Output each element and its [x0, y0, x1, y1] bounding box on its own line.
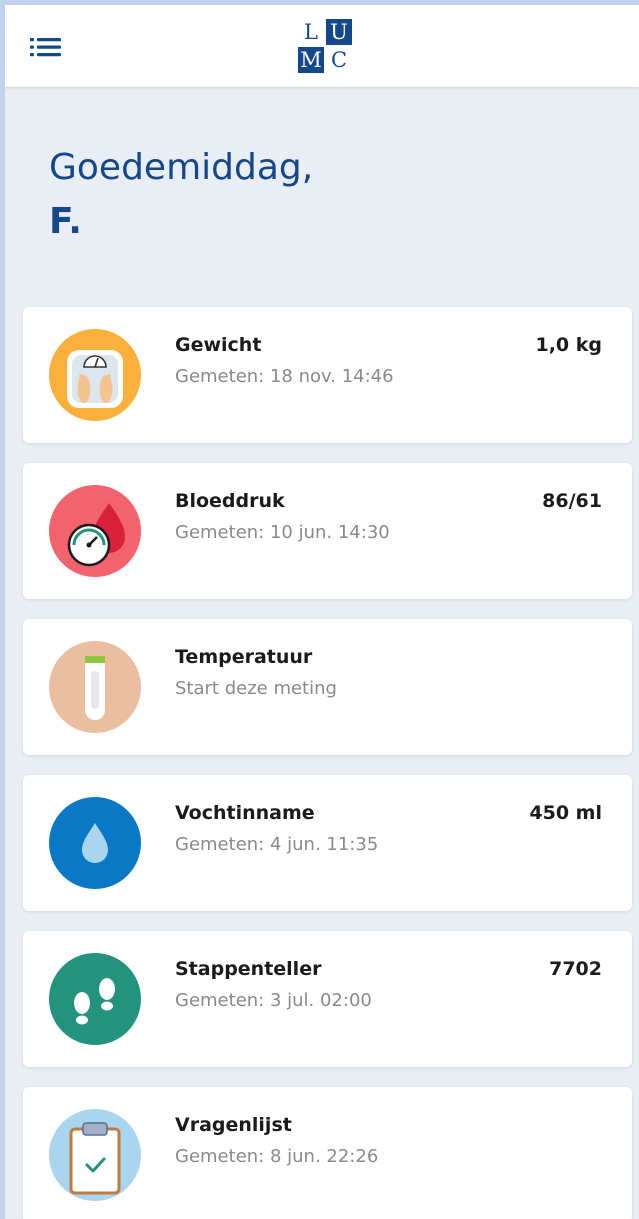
blood-pressure-icon: [49, 485, 141, 577]
measurement-value: 1,0 kg: [535, 334, 602, 356]
measurement-value: 450 ml: [529, 802, 602, 824]
clipboard-icon: [49, 1109, 141, 1201]
user-name: F.: [49, 201, 82, 242]
measurement-timestamp: Gemeten: 4 jun. 11:35: [175, 834, 379, 855]
measurement-title: Bloeddruk: [175, 490, 285, 512]
greeting-heading: Goedemiddag, F.: [49, 141, 313, 249]
logo-letter: M: [298, 47, 324, 73]
logo-letter: L: [298, 19, 324, 45]
logo-letter: U: [326, 19, 352, 45]
logo-letter: C: [326, 47, 352, 73]
hamburger-list-icon: [30, 38, 61, 57]
measurement-timestamp: Gemeten: 18 nov. 14:46: [175, 366, 394, 387]
lumc-logo: L U M C: [298, 19, 354, 75]
measurement-title: Vragenlijst: [175, 1114, 292, 1136]
measurement-card-fluid-intake[interactable]: Vochtinname Gemeten: 4 jun. 11:35 450 ml: [23, 775, 632, 911]
measurement-title: Temperatuur: [175, 646, 313, 668]
footsteps-icon: [49, 953, 141, 1045]
measurement-card-questionnaire[interactable]: Vragenlijst Gemeten: 8 jun. 22:26: [23, 1087, 632, 1219]
measurement-card-blood-pressure[interactable]: Bloeddruk Gemeten: 10 jun. 14:30 86/61: [23, 463, 632, 599]
measurement-title: Stappenteller: [175, 958, 322, 980]
measurement-timestamp: Gemeten: 10 jun. 14:30: [175, 522, 390, 543]
measurement-timestamp: Gemeten: 3 jul. 02:00: [175, 990, 372, 1011]
thermometer-icon: [49, 641, 141, 733]
measurement-value: 86/61: [542, 490, 602, 512]
measurement-value: 7702: [549, 958, 602, 980]
top-bar: L U M C: [5, 5, 639, 87]
menu-button[interactable]: [27, 29, 67, 65]
greeting-text: Goedemiddag,: [49, 147, 314, 188]
measurement-action: Start deze meting: [175, 678, 337, 699]
measurement-card-temperature[interactable]: Temperatuur Start deze meting: [23, 619, 632, 755]
water-drop-icon: [49, 797, 141, 889]
measurement-card-step-counter[interactable]: Stappenteller Gemeten: 3 jul. 02:00 7702: [23, 931, 632, 1067]
app-frame: L U M C Goedemiddag, F. Gewicht Gemeten:…: [5, 5, 639, 1219]
measurement-title: Gewicht: [175, 334, 262, 356]
scale-icon: [49, 329, 141, 421]
measurement-title: Vochtinname: [175, 802, 315, 824]
measurement-card-weight[interactable]: Gewicht Gemeten: 18 nov. 14:46 1,0 kg: [23, 307, 632, 443]
measurement-timestamp: Gemeten: 8 jun. 22:26: [175, 1146, 379, 1167]
